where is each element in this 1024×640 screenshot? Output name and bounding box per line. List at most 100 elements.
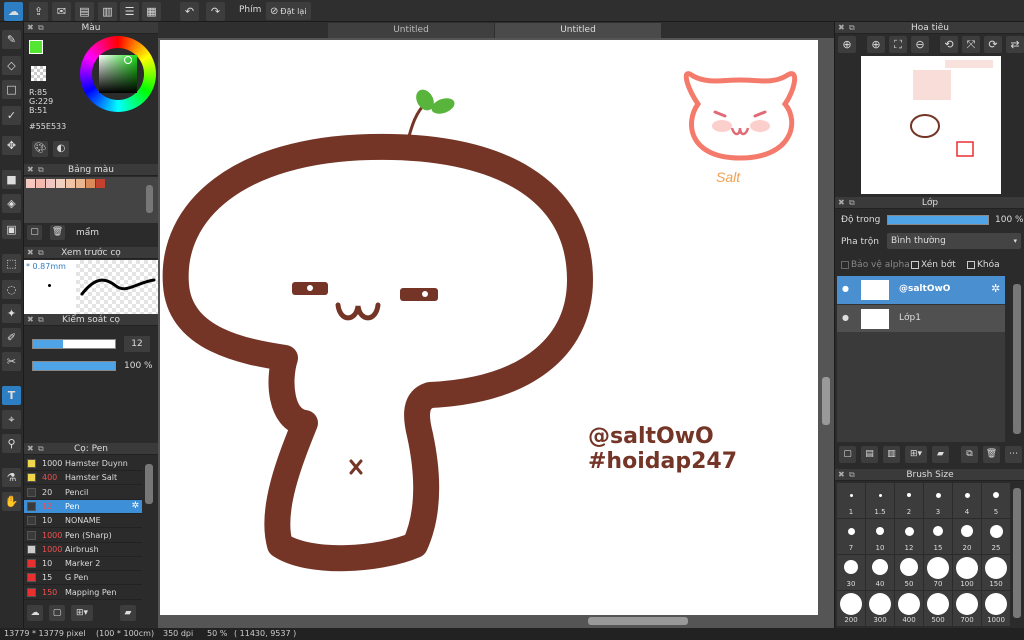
brush-size-slider[interactable]	[32, 339, 116, 349]
layer-opacity-slider[interactable]	[887, 215, 989, 225]
document-icon[interactable]: ▥	[98, 2, 117, 21]
brush-list-item[interactable]: 12 Pen ✲	[24, 499, 142, 514]
fit-icon[interactable]: ⛶	[889, 36, 907, 53]
rotate-right-icon[interactable]: ⟳	[984, 36, 1002, 53]
brush-size-scrollbar[interactable]	[1013, 488, 1021, 618]
brush-size-cell[interactable]: 3	[924, 483, 952, 518]
chat-icon[interactable]: ✉	[52, 2, 71, 21]
brush-size-cell[interactable]: 25	[982, 519, 1010, 554]
flip-icon[interactable]: ⇄	[1006, 36, 1024, 53]
palette-swatch[interactable]	[96, 179, 105, 188]
brush-size-cell[interactable]: 10	[866, 519, 894, 554]
new-palette-icon[interactable]: ▢	[27, 225, 42, 240]
eyedropper-tool-icon[interactable]: ⚲	[2, 434, 21, 453]
redo-icon[interactable]: ↷	[206, 2, 225, 21]
brush-size-cell[interactable]: 20	[953, 519, 981, 554]
brush-list-item[interactable]: 1000 Hamster Duynn	[24, 457, 142, 471]
select-eraser-tool-icon[interactable]: ✂	[2, 352, 21, 371]
brush-size-cell[interactable]: 400	[895, 591, 923, 626]
palette-scrollbar[interactable]	[146, 185, 153, 213]
brush-size-cell[interactable]: 4	[953, 483, 981, 518]
close-icon[interactable]: ✖	[27, 314, 34, 326]
horizontal-scrollbar[interactable]	[588, 617, 688, 625]
popout-icon[interactable]: ⧉	[849, 469, 855, 481]
pipette-tool-icon[interactable]: ⚗	[2, 468, 21, 487]
magic-wand-tool-icon[interactable]: ✦	[2, 304, 21, 323]
tab-untitled-1[interactable]: Untitled	[328, 23, 494, 38]
bucket-tool-icon[interactable]: ◈	[2, 194, 21, 213]
color-history-icon[interactable]: ◐	[53, 141, 69, 157]
popout-icon[interactable]: ⧉	[38, 443, 44, 455]
brush-size-cell[interactable]: 50	[895, 555, 923, 590]
brush-list-scrollbar[interactable]	[145, 464, 153, 504]
brush-list-item[interactable]: 10 NONAME	[24, 514, 142, 529]
brush-list-item[interactable]: 15 G Pen	[24, 571, 142, 586]
new-layer-icon[interactable]: ▢	[839, 446, 856, 463]
close-icon[interactable]: ✖	[27, 22, 34, 34]
brush-list-item[interactable]: 20 Pencil	[24, 486, 142, 500]
popout-icon[interactable]: ⧉	[38, 247, 44, 259]
close-icon[interactable]: ✖	[838, 469, 845, 481]
close-icon[interactable]: ✖	[27, 443, 34, 455]
layer-row-lop1[interactable]: ● Lớp1	[837, 304, 1005, 332]
navigator-preview[interactable]	[861, 56, 1001, 194]
undo-icon[interactable]: ↶	[180, 2, 199, 21]
export-icon[interactable]: ⇪	[29, 2, 48, 21]
saturation-marker[interactable]	[124, 56, 132, 64]
popout-icon[interactable]: ⧉	[849, 22, 855, 34]
brush-size-cell[interactable]: 70	[924, 555, 952, 590]
brush-size-cell[interactable]: 100	[953, 555, 981, 590]
layer-more-icon[interactable]: ⋯	[1005, 446, 1022, 463]
text-tool-icon[interactable]: T	[2, 386, 21, 405]
brush-list-item[interactable]: 150 Mapping Pen	[24, 586, 142, 600]
brush-list-item[interactable]: 10 Marker 2	[24, 557, 142, 572]
brush-size-cell[interactable]: 300	[866, 591, 894, 626]
palette-swatch[interactable]	[36, 179, 45, 188]
brush-size-cell[interactable]: 1.5	[866, 483, 894, 518]
popout-icon[interactable]: ⧉	[38, 22, 44, 34]
brush-size-cell[interactable]: 40	[866, 555, 894, 590]
layer-row-saltowo[interactable]: ● @saltOwO ✲	[837, 276, 1005, 304]
brush-opacity-slider[interactable]	[32, 361, 116, 371]
brush-size-cell[interactable]: 7	[837, 519, 865, 554]
brush-list-item[interactable]: 1000 Pen (Sharp)	[24, 529, 142, 543]
actual-size-icon[interactable]: ⤧	[962, 36, 980, 53]
brush-size-box[interactable]: 12	[124, 336, 150, 352]
brush-size-cell[interactable]: 30	[837, 555, 865, 590]
brush-size-cell[interactable]: 1000	[982, 591, 1010, 626]
brush-cloud-icon[interactable]: ☁	[27, 605, 43, 621]
gear-icon[interactable]: ✲	[991, 282, 1000, 295]
palette-swatch[interactable]	[56, 179, 65, 188]
palette-swatch[interactable]	[66, 179, 75, 188]
lasso-tool-icon[interactable]: ◌	[2, 280, 21, 299]
layer-scrollbar[interactable]	[1013, 284, 1021, 434]
delete-layer-icon[interactable]: 🗑︎	[983, 446, 1000, 463]
merge-layer-icon[interactable]: ⧉	[961, 446, 978, 463]
brush-size-cell[interactable]: 5	[982, 483, 1010, 518]
brush-tool-icon[interactable]: ✎	[2, 30, 21, 49]
transparent-color-swatch[interactable]	[31, 66, 46, 81]
palette-swatch[interactable]	[46, 179, 55, 188]
brush-size-cell[interactable]: 2	[895, 483, 923, 518]
visibility-icon[interactable]: ●	[842, 313, 849, 322]
gradient-tool-icon[interactable]: ▣	[2, 220, 21, 239]
close-icon[interactable]: ✖	[838, 22, 845, 34]
brush-size-cell[interactable]: 500	[924, 591, 952, 626]
drawing-canvas[interactable]: Salt @saltOwO #hoidap247	[160, 40, 818, 615]
text-layer-icon[interactable]: ▥	[883, 446, 900, 463]
shape-tool-icon[interactable]: □	[2, 80, 21, 99]
zoom-out-icon[interactable]: ⊖	[911, 36, 929, 53]
primary-color-swatch[interactable]	[29, 40, 43, 54]
brush-size-cell[interactable]: 700	[953, 591, 981, 626]
tab-untitled-2[interactable]: Untitled	[495, 23, 661, 38]
brush-size-cell[interactable]: 12	[895, 519, 923, 554]
close-icon[interactable]: ✖	[27, 164, 34, 176]
add-layer-menu-icon[interactable]: ⊞▾	[905, 446, 927, 463]
brush-size-cell[interactable]: 15	[924, 519, 952, 554]
grid-icon[interactable]: ▦	[142, 2, 161, 21]
close-icon[interactable]: ✖	[838, 197, 845, 209]
select-rect-tool-icon[interactable]: ⬚	[2, 254, 21, 273]
frame-tool-icon[interactable]: ⌖	[2, 410, 21, 429]
brush-folder-icon[interactable]: ▰	[120, 605, 136, 621]
palette-swatch[interactable]	[86, 179, 95, 188]
